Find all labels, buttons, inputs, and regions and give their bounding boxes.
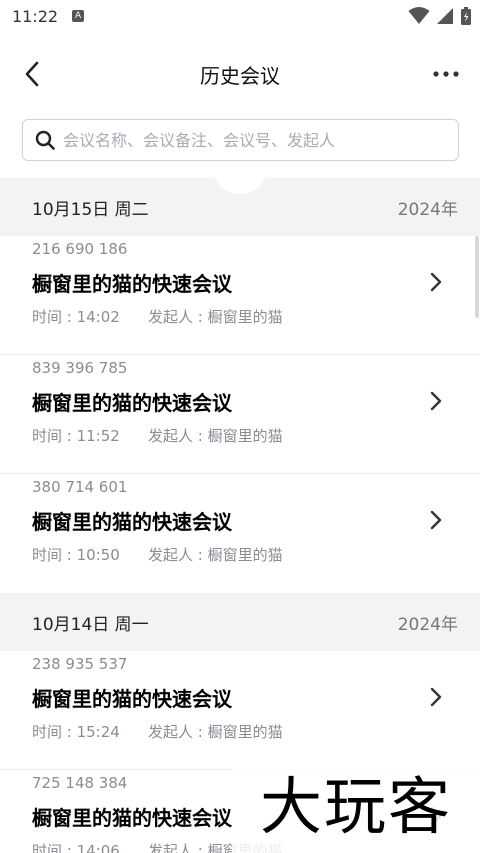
meeting-id: 380 714 601 [32, 478, 128, 496]
group-year: 2024年 [397, 199, 458, 220]
search-box[interactable] [22, 119, 459, 161]
meeting-host: 发起人 : 橱窗里的猫 [148, 546, 283, 564]
meeting-id: 725 148 384 [32, 774, 128, 792]
meeting-time: 时间 : 10:50 [32, 546, 120, 564]
meeting-id: 238 935 537 [32, 655, 128, 673]
chevron-right-icon [430, 687, 442, 707]
meeting-history-list[interactable]: 10月15日 周二 2024年 216 690 186 橱窗里的猫的快速会议 时… [0, 178, 480, 853]
group-year: 2024年 [397, 614, 458, 635]
status-icons [408, 6, 472, 26]
chevron-right-icon [430, 391, 442, 411]
meeting-host: 发起人 : 橱窗里的猫 [148, 723, 283, 741]
date-group-header: 10月14日 周一 2024年 [0, 593, 480, 651]
meeting-time: 时间 : 14:02 [32, 308, 120, 326]
search-input[interactable] [63, 130, 443, 150]
meeting-time: 时间 : 14:06 [32, 842, 120, 853]
meeting-item[interactable]: 238 935 537 橱窗里的猫的快速会议 时间 : 15:24 发起人 : … [0, 651, 480, 770]
signal-icon [437, 8, 453, 24]
meeting-host: 发起人 : 橱窗里的猫 [148, 427, 283, 445]
battery-icon [461, 7, 471, 25]
group-date: 10月14日 周一 [32, 614, 149, 635]
group-date: 10月15日 周二 [32, 199, 149, 220]
meeting-item[interactable]: 380 714 601 橱窗里的猫的快速会议 时间 : 10:50 发起人 : … [0, 474, 480, 593]
meeting-title: 橱窗里的猫的快速会议 [32, 272, 232, 296]
status-bar: 11:22 A [0, 0, 480, 32]
page-title: 历史会议 [200, 64, 280, 88]
search-icon [35, 130, 55, 150]
meeting-time: 时间 : 11:52 [32, 427, 120, 445]
more-horizontal-icon [433, 71, 459, 77]
chevron-right-icon [430, 510, 442, 530]
meeting-id: 216 690 186 [32, 240, 128, 258]
wifi-icon [408, 7, 430, 24]
title-bar: 历史会议 [0, 44, 480, 104]
meeting-title: 橱窗里的猫的快速会议 [32, 687, 232, 711]
meeting-id: 839 396 785 [32, 359, 128, 377]
meeting-item[interactable]: 216 690 186 橱窗里的猫的快速会议 时间 : 14:02 发起人 : … [0, 236, 480, 355]
meeting-item[interactable]: 839 396 785 橱窗里的猫的快速会议 时间 : 11:52 发起人 : … [0, 355, 480, 474]
meeting-title: 橱窗里的猫的快速会议 [32, 806, 232, 830]
scrollbar[interactable] [475, 236, 479, 318]
watermark-logo: 大玩客 [232, 760, 480, 853]
meeting-title: 橱窗里的猫的快速会议 [32, 510, 232, 534]
meeting-host: 发起人 : 橱窗里的猫 [148, 308, 283, 326]
meeting-title: 橱窗里的猫的快速会议 [32, 391, 232, 415]
more-button[interactable] [428, 56, 464, 92]
status-time: 11:22 [12, 6, 59, 26]
chevron-right-icon [430, 272, 442, 292]
meeting-time: 时间 : 15:24 [32, 723, 120, 741]
notification-icon: A [72, 10, 85, 22]
